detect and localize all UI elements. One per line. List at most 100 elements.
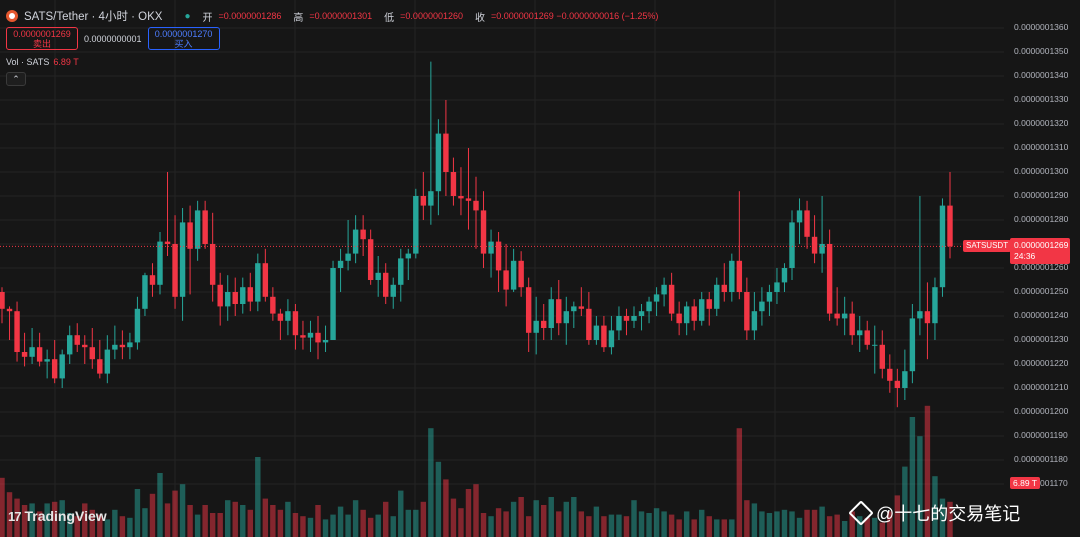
candle bbox=[849, 301, 855, 345]
candle bbox=[879, 330, 885, 379]
candle bbox=[112, 325, 118, 360]
candle bbox=[443, 100, 449, 196]
candle-body bbox=[187, 222, 193, 249]
volume-bar bbox=[360, 509, 366, 537]
volume-bar bbox=[631, 500, 637, 537]
candle-body bbox=[909, 318, 916, 372]
volume-bar bbox=[510, 501, 517, 537]
volume-legend[interactable]: Vol · SATS 6.89 T bbox=[6, 57, 79, 67]
volume-bar bbox=[488, 516, 494, 537]
volume-bar bbox=[420, 501, 427, 537]
ohlc-open-label: 开 bbox=[202, 12, 213, 24]
candle-body bbox=[510, 260, 517, 290]
candle bbox=[187, 205, 193, 295]
candle-body bbox=[420, 196, 427, 206]
candle bbox=[525, 277, 532, 352]
buy-button[interactable]: 0.0000001270 买入 bbox=[147, 27, 220, 50]
candle bbox=[89, 328, 95, 369]
candle bbox=[503, 244, 509, 307]
candle bbox=[939, 198, 946, 297]
volume-bar bbox=[443, 479, 449, 537]
candle-body bbox=[285, 311, 291, 321]
candle bbox=[164, 172, 171, 256]
volume-bar bbox=[240, 505, 246, 537]
candle-body bbox=[631, 316, 637, 321]
volume-bar bbox=[653, 508, 660, 537]
candle-body bbox=[902, 371, 908, 388]
candle-body bbox=[623, 316, 630, 321]
candle-body bbox=[67, 335, 73, 355]
candle bbox=[330, 260, 336, 340]
ohlc-high-value: =0.0000001301 bbox=[309, 11, 373, 21]
candle-body bbox=[864, 330, 870, 345]
volume-bar bbox=[646, 513, 652, 537]
candle bbox=[119, 330, 126, 360]
volume-bar bbox=[706, 516, 712, 537]
volume-bar bbox=[428, 428, 434, 537]
candle-body bbox=[149, 275, 156, 285]
candle bbox=[360, 215, 366, 256]
volume-bar bbox=[179, 484, 186, 537]
volume-bar bbox=[518, 497, 524, 537]
candle bbox=[766, 284, 773, 316]
price-axis-tick: 0.0000001320 bbox=[1014, 118, 1069, 128]
candle bbox=[548, 287, 554, 340]
candle bbox=[450, 157, 457, 206]
candle-body bbox=[789, 222, 795, 268]
bar-countdown: 24:36 bbox=[1014, 251, 1036, 261]
volume-legend-value: 6.89 T bbox=[53, 57, 79, 67]
candle-body bbox=[270, 296, 276, 314]
circle-dot-icon: ● bbox=[184, 10, 191, 22]
volume-bar bbox=[187, 505, 193, 537]
volume-bar bbox=[759, 511, 765, 537]
candle-body bbox=[676, 313, 682, 324]
candle bbox=[796, 198, 803, 244]
candle-body bbox=[736, 260, 743, 292]
candle bbox=[232, 277, 238, 316]
chevron-up-icon[interactable]: ⌃ bbox=[6, 72, 26, 86]
volume-bar bbox=[495, 508, 502, 537]
volume-bar bbox=[766, 513, 773, 537]
sell-button[interactable]: 0.0000001269 卖出 bbox=[6, 27, 78, 50]
tradingview-logo[interactable]: 17 TradingView bbox=[8, 508, 107, 524]
candle bbox=[804, 200, 810, 249]
volume-bar bbox=[578, 511, 585, 537]
candle-body bbox=[578, 306, 585, 309]
candle bbox=[872, 325, 878, 374]
sell-label: 卖出 bbox=[32, 39, 51, 49]
volume-bar bbox=[811, 509, 818, 537]
candle-body bbox=[668, 284, 675, 314]
candle-body bbox=[525, 287, 532, 333]
price-axis-tick: 0.0000001280 bbox=[1014, 214, 1069, 224]
candle-body bbox=[112, 344, 118, 350]
candle bbox=[262, 248, 269, 302]
volume-bar bbox=[247, 509, 253, 537]
candle bbox=[819, 196, 825, 273]
symbol-title[interactable]: SATS/Tether · 4小时 · OKX bbox=[24, 8, 162, 24]
candle bbox=[59, 349, 65, 388]
candle-body bbox=[367, 239, 374, 280]
candle bbox=[841, 296, 848, 336]
volume-bar bbox=[149, 493, 156, 537]
candle-body bbox=[819, 244, 825, 254]
candle-body bbox=[683, 306, 690, 324]
volume-tag: 6.89 T bbox=[1010, 477, 1040, 489]
candle-body bbox=[398, 258, 404, 285]
volume-bar bbox=[736, 428, 743, 537]
candle-body bbox=[706, 299, 712, 309]
volume-bar bbox=[405, 509, 411, 537]
price-axis-tick: 0.0000001200 bbox=[1014, 406, 1069, 416]
volume-bar bbox=[714, 519, 720, 537]
candlestick-chart[interactable] bbox=[0, 0, 1080, 537]
candle bbox=[240, 277, 246, 314]
candle bbox=[676, 301, 682, 336]
volume-bar bbox=[796, 517, 803, 537]
volume-bar bbox=[826, 516, 833, 537]
candle bbox=[202, 200, 208, 249]
volume-bar bbox=[638, 511, 645, 537]
candle bbox=[255, 253, 261, 312]
volume-bar bbox=[367, 517, 374, 537]
price-axis-tick: 0.0000001180 bbox=[1014, 454, 1068, 464]
candle bbox=[563, 296, 569, 345]
candle-body bbox=[653, 294, 660, 302]
